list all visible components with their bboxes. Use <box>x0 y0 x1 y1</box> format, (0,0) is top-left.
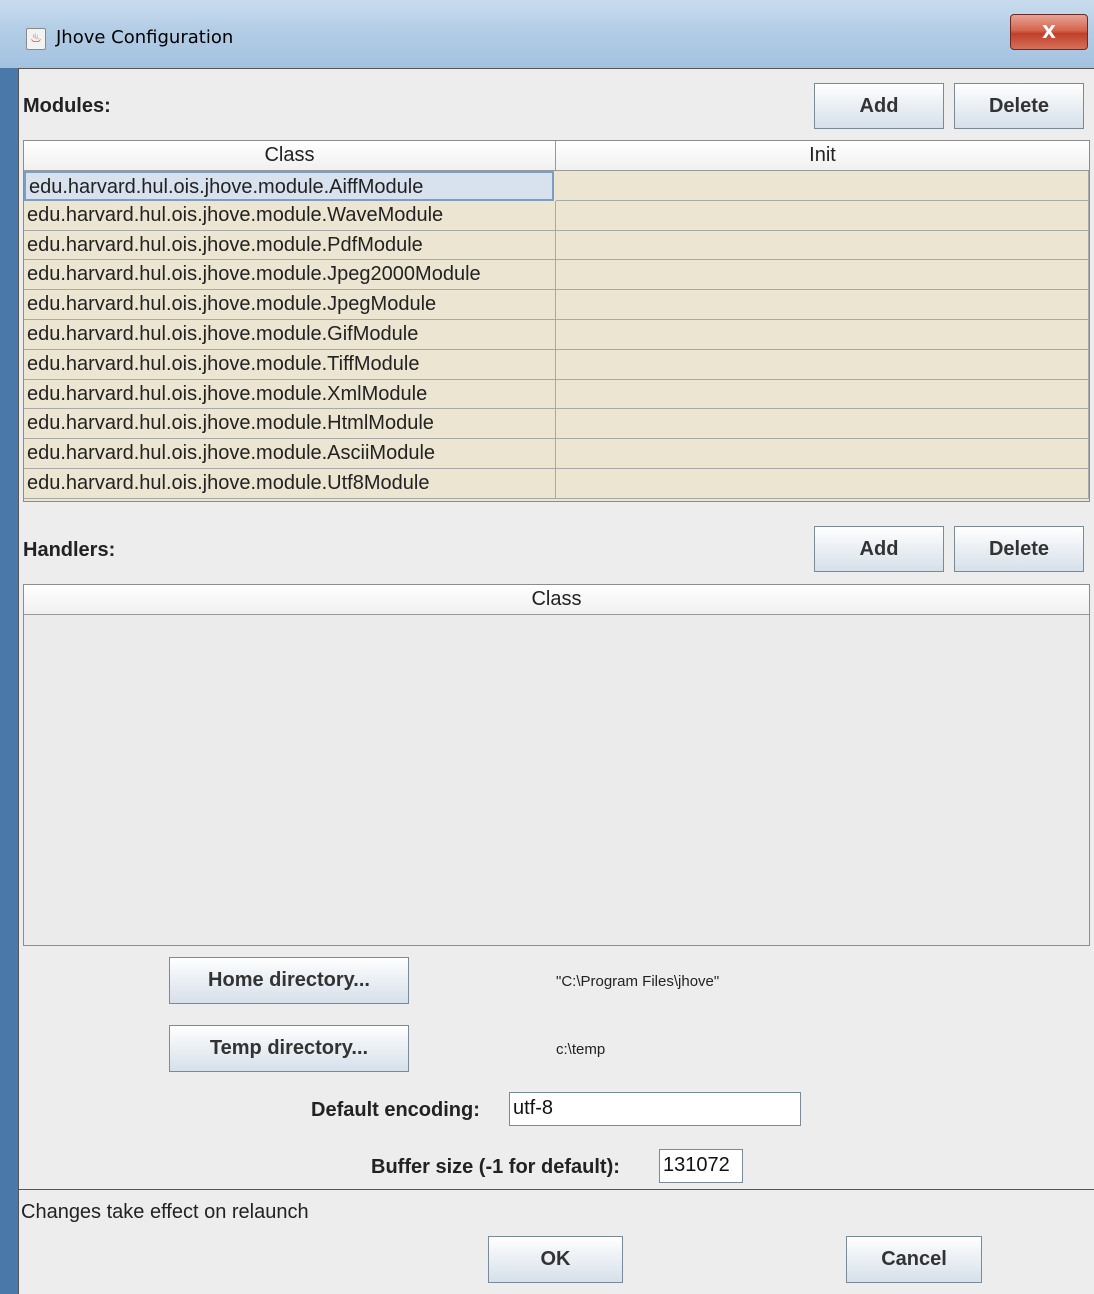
table-row[interactable]: edu.harvard.hul.ois.jhove.module.XmlModu… <box>24 379 1089 410</box>
table-row[interactable]: edu.harvard.hul.ois.jhove.module.JpegMod… <box>24 290 1089 320</box>
module-class-cell[interactable]: edu.harvard.hul.ois.jhove.module.Jpeg200… <box>24 260 556 291</box>
module-init-cell[interactable] <box>556 230 1089 261</box>
module-init-cell[interactable] <box>556 260 1089 291</box>
module-class-cell[interactable]: edu.harvard.hul.ois.jhove.module.TiffMod… <box>24 349 556 380</box>
default-encoding-field[interactable]: utf-8 <box>509 1092 801 1126</box>
window-title: Jhove Configuration <box>56 27 234 48</box>
home-directory-button[interactable]: Home directory... <box>169 957 409 1004</box>
column-header-class[interactable]: Class <box>24 585 1089 614</box>
module-init-cell[interactable] <box>556 171 1089 201</box>
handlers-table-header: Class <box>24 585 1089 615</box>
default-encoding-label: Default encoding: <box>311 1099 480 1121</box>
module-class-cell[interactable]: edu.harvard.hul.ois.jhove.module.AiffMod… <box>24 171 554 201</box>
table-row[interactable]: edu.harvard.hul.ois.jhove.module.Jpeg200… <box>24 260 1089 291</box>
handlers-delete-button[interactable]: Delete <box>954 526 1084 572</box>
module-init-cell[interactable] <box>556 200 1089 231</box>
module-init-cell[interactable] <box>556 349 1089 380</box>
module-class-cell[interactable]: edu.harvard.hul.ois.jhove.module.XmlModu… <box>24 379 556 410</box>
table-row[interactable]: edu.harvard.hul.ois.jhove.module.HtmlMod… <box>24 409 1089 440</box>
module-init-cell[interactable] <box>556 439 1089 469</box>
module-init-cell[interactable] <box>556 468 1089 499</box>
java-coffee-icon: ♨ <box>26 28 46 50</box>
modules-table-header: Class Init <box>24 141 1089 171</box>
buffer-size-field[interactable]: 131072 <box>659 1149 743 1183</box>
table-row[interactable]: edu.harvard.hul.ois.jhove.module.AiffMod… <box>24 171 1089 201</box>
status-message: Changes take effect on relaunch <box>21 1201 309 1223</box>
module-init-cell[interactable] <box>556 379 1089 410</box>
module-class-cell[interactable]: edu.harvard.hul.ois.jhove.module.PdfModu… <box>24 230 556 261</box>
table-row[interactable]: edu.harvard.hul.ois.jhove.module.AsciiMo… <box>24 439 1089 469</box>
dialog-content: Modules: Add Delete Class Init edu.harva… <box>18 68 1094 1294</box>
handlers-label: Handlers: <box>23 539 116 561</box>
table-row[interactable]: edu.harvard.hul.ois.jhove.module.GifModu… <box>24 319 1089 350</box>
table-row[interactable]: edu.harvard.hul.ois.jhove.module.Utf8Mod… <box>24 468 1089 499</box>
temp-directory-button[interactable]: Temp directory... <box>169 1025 409 1072</box>
modules-table[interactable]: Class Init edu.harvard.hul.ois.jhove.mod… <box>23 140 1090 502</box>
jhove-configuration-window: ♨ Jhove Configuration X Modules: Add Del… <box>0 0 1094 1294</box>
ok-button[interactable]: OK <box>488 1236 623 1283</box>
temp-directory-path: c:\temp <box>556 1041 606 1058</box>
module-class-cell[interactable]: edu.harvard.hul.ois.jhove.module.AsciiMo… <box>24 439 556 469</box>
home-directory-path: "C:\Program Files\jhove" <box>556 973 720 990</box>
footer-divider <box>19 1189 1094 1190</box>
modules-add-button[interactable]: Add <box>814 83 944 129</box>
cancel-button[interactable]: Cancel <box>846 1236 982 1283</box>
module-init-cell[interactable] <box>556 319 1089 350</box>
handlers-table[interactable]: Class <box>23 584 1090 946</box>
title-bar[interactable]: ♨ Jhove Configuration X <box>0 0 1094 68</box>
module-class-cell[interactable]: edu.harvard.hul.ois.jhove.module.JpegMod… <box>24 290 556 320</box>
module-class-cell[interactable]: edu.harvard.hul.ois.jhove.module.GifModu… <box>24 319 556 350</box>
modules-delete-button[interactable]: Delete <box>954 83 1084 129</box>
column-header-class[interactable]: Class <box>24 141 556 170</box>
table-row[interactable]: edu.harvard.hul.ois.jhove.module.WaveMod… <box>24 200 1089 231</box>
module-class-cell[interactable]: edu.harvard.hul.ois.jhove.module.HtmlMod… <box>24 409 556 440</box>
module-init-cell[interactable] <box>556 290 1089 320</box>
close-button[interactable]: X <box>1010 14 1088 50</box>
module-class-cell[interactable]: edu.harvard.hul.ois.jhove.module.WaveMod… <box>24 200 556 231</box>
handlers-add-button[interactable]: Add <box>814 526 944 572</box>
table-row[interactable]: edu.harvard.hul.ois.jhove.module.PdfModu… <box>24 230 1089 261</box>
modules-label: Modules: <box>23 95 111 117</box>
buffer-size-label: Buffer size (-1 for default): <box>371 1156 620 1178</box>
column-header-init[interactable]: Init <box>556 141 1089 170</box>
table-row[interactable]: edu.harvard.hul.ois.jhove.module.TiffMod… <box>24 349 1089 380</box>
modules-table-body: edu.harvard.hul.ois.jhove.module.AiffMod… <box>24 171 1089 499</box>
module-class-cell[interactable]: edu.harvard.hul.ois.jhove.module.Utf8Mod… <box>24 468 556 499</box>
module-init-cell[interactable] <box>556 409 1089 440</box>
close-icon: X <box>1042 22 1056 43</box>
